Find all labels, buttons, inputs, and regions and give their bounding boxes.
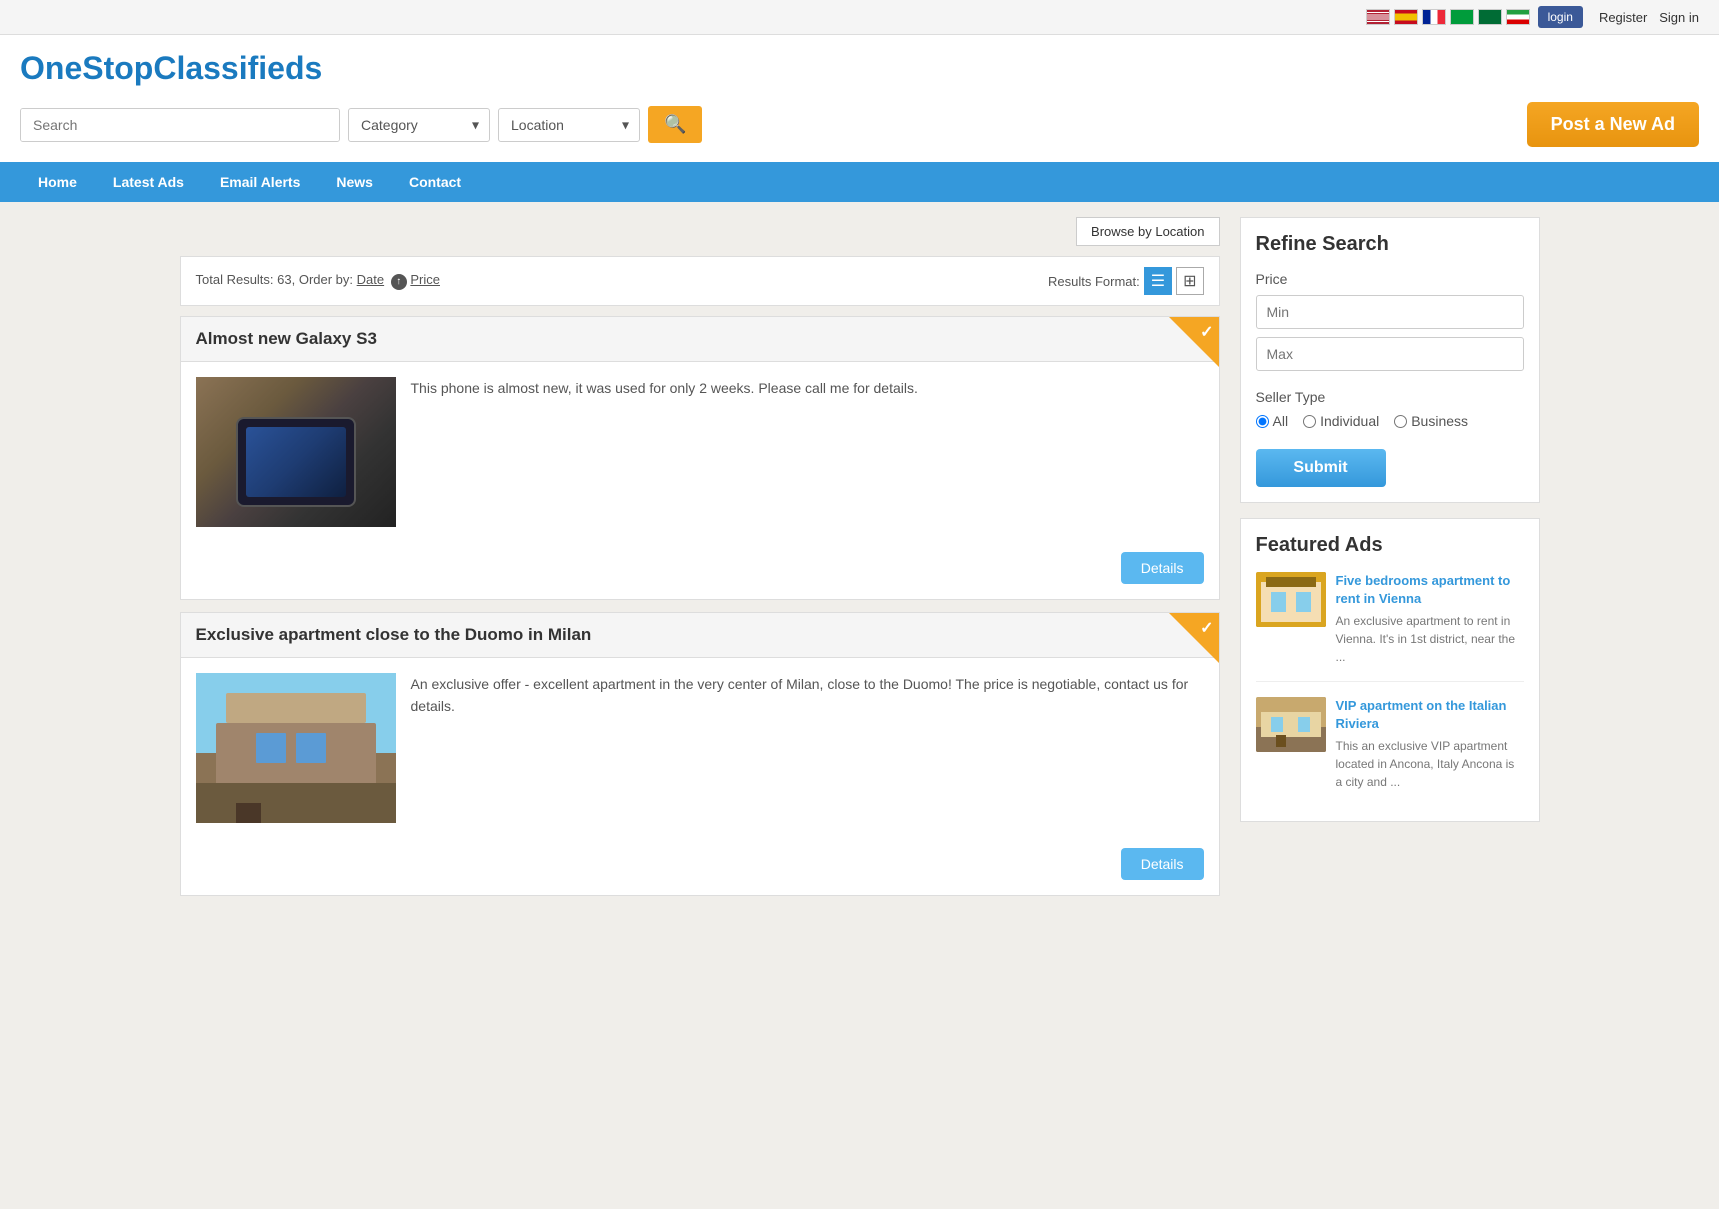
order-by-date[interactable]: Date — [357, 272, 384, 287]
top-bar: login Register Sign in — [0, 0, 1719, 35]
seller-business-text: Business — [1411, 413, 1468, 429]
content-area: Browse by Location Total Results: 63, Or… — [180, 217, 1220, 908]
flag-us[interactable] — [1366, 9, 1390, 25]
results-header: Total Results: 63, Order by: Date ↑ Pric… — [180, 256, 1220, 306]
checkmark-badge-milan — [1169, 613, 1219, 663]
ad-title-galaxy: Almost new Galaxy S3 — [181, 317, 1219, 362]
browse-location-button[interactable]: Browse by Location — [1076, 217, 1219, 246]
header: OneStopClassifieds Category Location 🔍 P… — [0, 35, 1719, 162]
search-icon: 🔍 — [664, 114, 686, 134]
order-by-price[interactable]: Price — [410, 272, 440, 287]
location-select[interactable]: Location — [499, 109, 639, 141]
browse-location-container: Browse by Location — [180, 217, 1220, 246]
featured-content-vienna: Five bedrooms apartment to rent in Vienn… — [1336, 572, 1524, 666]
refine-search-panel: Refine Search Price Seller Type All Indi… — [1240, 217, 1540, 503]
seller-all-radio[interactable] — [1256, 415, 1269, 428]
vienna-svg — [1256, 572, 1326, 627]
flag-ir[interactable] — [1506, 9, 1530, 25]
list-view-button[interactable]: ☰ — [1144, 267, 1172, 295]
nav-news[interactable]: News — [318, 162, 391, 202]
flag-icons — [1366, 9, 1530, 25]
riviera-svg — [1256, 697, 1326, 752]
featured-link-vienna[interactable]: Five bedrooms apartment to rent in Vienn… — [1336, 572, 1524, 608]
seller-individual-radio[interactable] — [1303, 415, 1316, 428]
ad-title-milan: Exclusive apartment close to the Duomo i… — [181, 613, 1219, 658]
category-select[interactable]: Category — [349, 109, 489, 141]
facebook-login-button[interactable]: login — [1538, 6, 1583, 28]
apt-svg — [196, 673, 396, 823]
checkmark-badge-galaxy — [1169, 317, 1219, 367]
search-input[interactable] — [21, 109, 339, 141]
results-count: Total Results: 63, Order by: — [196, 272, 354, 287]
featured-link-riviera[interactable]: VIP apartment on the Italian Riviera — [1336, 697, 1524, 733]
flag-sa[interactable] — [1478, 9, 1502, 25]
phone-screen — [246, 427, 346, 497]
nav-contact[interactable]: Contact — [391, 162, 479, 202]
ad-card-galaxy: Almost new Galaxy S3 This phone is almos… — [180, 316, 1220, 600]
price-max-input[interactable] — [1256, 337, 1524, 371]
price-label: Price — [1256, 271, 1524, 287]
refine-search-title: Refine Search — [1256, 233, 1524, 256]
signin-link[interactable]: Sign in — [1659, 10, 1699, 25]
featured-content-riviera: VIP apartment on the Italian Riviera Thi… — [1336, 697, 1524, 791]
category-select-wrap: Category — [348, 108, 490, 142]
seller-radio-group: All Individual Business — [1256, 413, 1524, 429]
ad-footer-milan: Details — [181, 838, 1219, 895]
featured-item-vienna: Five bedrooms apartment to rent in Vienn… — [1256, 572, 1524, 682]
featured-ads-title: Featured Ads — [1256, 534, 1524, 557]
seller-type: Seller Type All Individual Business — [1256, 389, 1524, 429]
register-link[interactable]: Register — [1599, 10, 1647, 25]
ad-card-milan: Exclusive apartment close to the Duomo i… — [180, 612, 1220, 896]
ad-footer-galaxy: Details — [181, 542, 1219, 599]
ad-image-milan — [196, 673, 396, 823]
nav-latest-ads[interactable]: Latest Ads — [95, 162, 202, 202]
seller-business-radio[interactable] — [1394, 415, 1407, 428]
site-title: OneStopClassifieds — [20, 50, 1699, 87]
flag-es[interactable] — [1394, 9, 1418, 25]
flag-fr[interactable] — [1422, 9, 1446, 25]
results-summary: Total Results: 63, Order by: Date ↑ Pric… — [196, 272, 440, 290]
seller-individual-text: Individual — [1320, 413, 1379, 429]
ad-description-milan: An exclusive offer - excellent apartment… — [411, 673, 1204, 823]
search-right: Post a New Ad — [1507, 102, 1699, 147]
featured-thumb-riviera — [1256, 697, 1326, 752]
format-label: Results Format: — [1048, 274, 1140, 289]
grid-view-button[interactable]: ⊞ — [1176, 267, 1203, 295]
seller-type-label: Seller Type — [1256, 389, 1524, 405]
search-bar: Category Location 🔍 Post a New Ad — [20, 102, 1699, 147]
details-button-milan[interactable]: Details — [1121, 848, 1204, 880]
ad-body-galaxy: This phone is almost new, it was used fo… — [181, 362, 1219, 542]
seller-business-label[interactable]: Business — [1394, 413, 1468, 429]
featured-desc-riviera: This an exclusive VIP apartment located … — [1336, 739, 1515, 789]
navigation: Home Latest Ads Email Alerts News Contac… — [0, 162, 1719, 202]
flag-br[interactable] — [1450, 9, 1474, 25]
featured-thumb-vienna — [1256, 572, 1326, 627]
post-ad-button[interactable]: Post a New Ad — [1527, 102, 1699, 147]
ad-body-milan: An exclusive offer - excellent apartment… — [181, 658, 1219, 838]
main-container: Browse by Location Total Results: 63, Or… — [160, 202, 1560, 923]
featured-item-riviera: VIP apartment on the Italian Riviera Thi… — [1256, 697, 1524, 806]
sidebar: Refine Search Price Seller Type All Indi… — [1240, 217, 1540, 908]
featured-ads-panel: Featured Ads Five bedrooms apartment to … — [1240, 518, 1540, 822]
seller-individual-label[interactable]: Individual — [1303, 413, 1379, 429]
ad-image-galaxy — [196, 377, 396, 527]
price-min-input[interactable] — [1256, 295, 1524, 329]
ad-description-galaxy: This phone is almost new, it was used fo… — [411, 377, 1204, 527]
seller-all-label[interactable]: All — [1256, 413, 1289, 429]
top-links: Register Sign in — [1591, 9, 1699, 25]
nav-email-alerts[interactable]: Email Alerts — [202, 162, 318, 202]
phone-shape — [236, 417, 356, 507]
results-format: Results Format: ☰ ⊞ — [1048, 267, 1204, 295]
nav-home[interactable]: Home — [20, 162, 95, 202]
location-select-wrap: Location — [498, 108, 640, 142]
search-input-wrap — [20, 108, 340, 142]
seller-all-text: All — [1273, 413, 1289, 429]
details-button-galaxy[interactable]: Details — [1121, 552, 1204, 584]
order-icon: ↑ — [391, 274, 407, 290]
search-button[interactable]: 🔍 — [648, 106, 702, 143]
featured-desc-vienna: An exclusive apartment to rent in Vienna… — [1336, 614, 1516, 664]
submit-button[interactable]: Submit — [1256, 449, 1386, 487]
